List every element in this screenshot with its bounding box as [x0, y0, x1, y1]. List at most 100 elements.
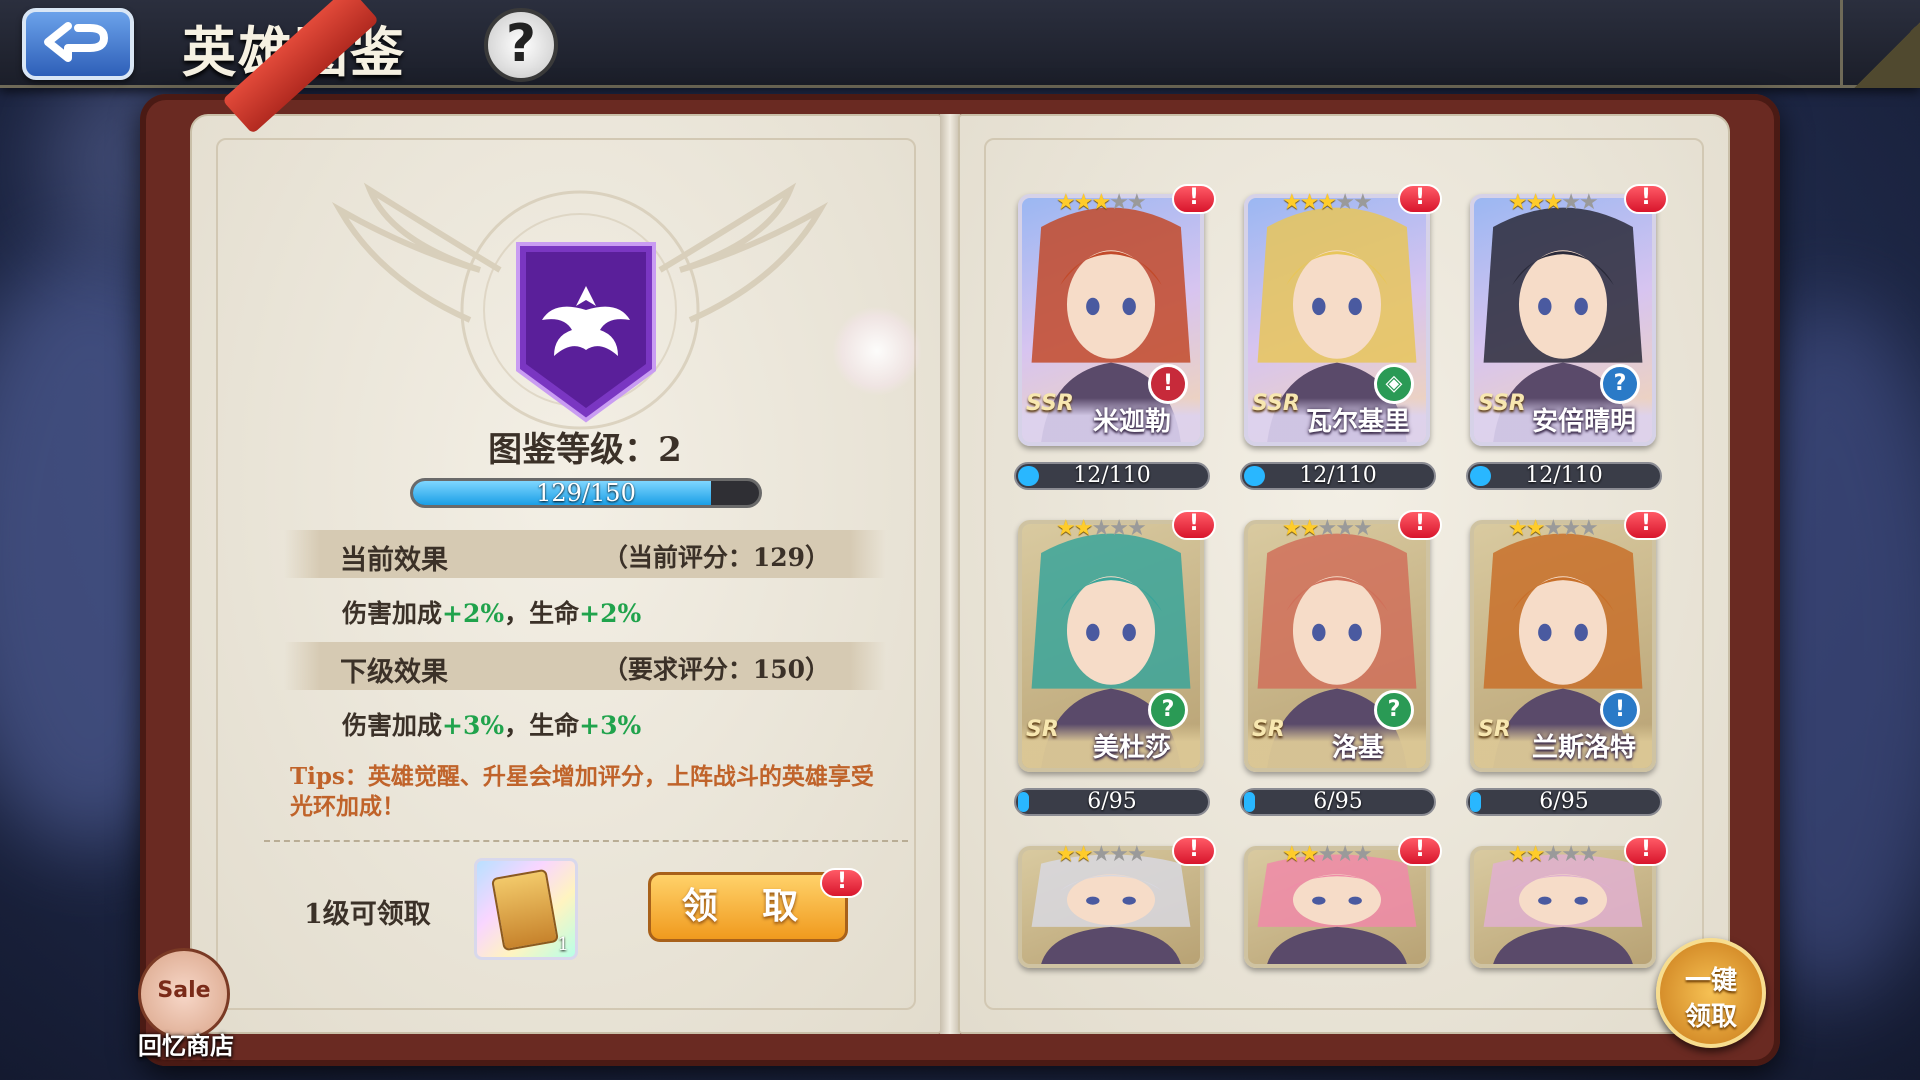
star-filled-icon: ★: [1525, 190, 1546, 215]
star-rating: ★★★★★: [1056, 516, 1147, 541]
star-empty-icon: ★: [1335, 842, 1355, 867]
one-key-line2: 领取: [1684, 1002, 1737, 1032]
rarity-label: SR: [1252, 717, 1285, 742]
hero-card[interactable]: SSR 瓦尔基里 ◈: [1244, 194, 1430, 446]
mage-icon: ?: [1600, 364, 1640, 404]
book-spine: [940, 114, 960, 1034]
hero-alert-badge: !: [1172, 836, 1216, 866]
star-empty-icon: ★: [1335, 190, 1355, 215]
star-empty-icon: ★: [1109, 190, 1129, 215]
hero-name: 洛基: [1331, 733, 1384, 763]
hero-progress-bar: 12/110: [1466, 462, 1662, 490]
star-empty-icon: ★: [1578, 842, 1599, 867]
star-empty-icon: ★: [1126, 842, 1147, 867]
star-empty-icon: ★: [1352, 516, 1373, 541]
hero-alert-badge: !: [1624, 510, 1668, 540]
current-effect-banner: 当前效果 （当前评分：129）: [284, 530, 886, 578]
back-arrow-icon: [44, 22, 108, 62]
star-empty-icon: ★: [1561, 516, 1581, 541]
hero-card[interactable]: SSR 米迦勒!: [1018, 194, 1204, 446]
star-empty-icon: ★: [1335, 516, 1355, 541]
star-rating: ★★★★★: [1508, 516, 1599, 541]
star-filled-icon: ★: [1508, 516, 1528, 541]
star-empty-icon: ★: [1317, 842, 1337, 867]
divider: [264, 840, 908, 842]
memory-shop-button[interactable]: Sale 回忆商店: [126, 948, 246, 1060]
star-filled-icon: ★: [1056, 516, 1076, 541]
star-filled-icon: ★: [1091, 190, 1111, 215]
hero-name: 瓦尔基里: [1305, 407, 1410, 437]
star-filled-icon: ★: [1282, 516, 1302, 541]
star-filled-icon: ★: [1073, 190, 1094, 215]
current-effect-stats: 伤害加成+2%，生命+2%: [342, 599, 642, 628]
hero-alert-badge: !: [1172, 184, 1216, 214]
help-button[interactable]: ?: [484, 8, 558, 82]
hero-progress-text: 6/95: [1539, 789, 1589, 814]
hero-card-icon: [491, 868, 559, 952]
star-rating: ★★★★★: [1056, 842, 1147, 867]
corner-ornament: [1840, 0, 1920, 88]
next-effect-stats: 伤害加成+3%，生命+3%: [342, 711, 642, 740]
star-filled-icon: ★: [1299, 842, 1320, 867]
hero-progress-text: 12/110: [1525, 463, 1603, 488]
support-icon: ?: [1148, 690, 1188, 730]
star-empty-icon: ★: [1352, 190, 1373, 215]
memory-shop-label: 回忆商店: [138, 1031, 234, 1060]
reward-item[interactable]: 1: [474, 858, 578, 960]
star-empty-icon: ★: [1109, 516, 1129, 541]
star-empty-icon: ★: [1126, 190, 1147, 215]
back-button[interactable]: [22, 8, 134, 80]
current-score: （当前评分：129）: [602, 543, 830, 572]
one-key-line1: 一键: [1684, 966, 1737, 996]
star-filled-icon: ★: [1282, 842, 1302, 867]
claim-alert-badge: !: [820, 868, 864, 898]
next-effect-label: 下级效果: [340, 657, 448, 688]
rarity-label: SR: [1026, 717, 1059, 742]
reward-count: 1: [557, 934, 569, 955]
hero-name: 米迦勒: [1092, 407, 1171, 437]
star-filled-icon: ★: [1508, 842, 1528, 867]
sale-text: Sale: [157, 978, 211, 1003]
hero-progress-bar: 6/95: [1240, 788, 1436, 816]
one-key-claim-button[interactable]: 一键 领取: [1656, 938, 1766, 1048]
star-empty-icon: ★: [1091, 842, 1111, 867]
star-filled-icon: ★: [1299, 190, 1320, 215]
hero-alert-badge: !: [1398, 836, 1442, 866]
star-empty-icon: ★: [1561, 842, 1581, 867]
hero-card[interactable]: SR 美杜莎?: [1018, 520, 1204, 772]
star-rating: ★★★★★: [1282, 516, 1373, 541]
star-filled-icon: ★: [1508, 190, 1528, 215]
support-icon: ?: [1374, 690, 1414, 730]
star-empty-icon: ★: [1543, 516, 1563, 541]
rarity-label: SR: [1478, 717, 1511, 742]
star-empty-icon: ★: [1352, 842, 1373, 867]
star-filled-icon: ★: [1543, 190, 1563, 215]
hero-portrait: [1257, 854, 1417, 964]
next-effect-banner: 下级效果 （要求评分：150）: [284, 642, 886, 690]
sparkle-effect: [832, 306, 922, 396]
hero-card[interactable]: SSR 安倍晴明?: [1470, 194, 1656, 446]
star-rating: ★★★★★: [1282, 842, 1373, 867]
star-empty-icon: ★: [1109, 842, 1129, 867]
hero-portrait: [1483, 854, 1643, 964]
star-filled-icon: ★: [1056, 190, 1076, 215]
star-empty-icon: ★: [1126, 516, 1147, 541]
star-empty-icon: ★: [1561, 190, 1581, 215]
required-score: （要求评分：150）: [602, 655, 830, 684]
album-progress-bar: 129/150: [410, 478, 762, 508]
star-rating: ★★★★★: [1056, 190, 1147, 215]
hero-card[interactable]: SR 兰斯洛特!: [1470, 520, 1656, 772]
hero-alert-badge: !: [1624, 836, 1668, 866]
claim-button[interactable]: 领 取: [648, 872, 848, 942]
star-filled-icon: ★: [1282, 190, 1302, 215]
hero-card[interactable]: SR 洛基?: [1244, 520, 1430, 772]
hero-alert-badge: !: [1398, 510, 1442, 540]
current-effect-label: 当前效果: [340, 545, 448, 576]
hero-portrait: [1031, 854, 1191, 964]
star-rating: ★★★★★: [1282, 190, 1373, 215]
hero-progress-text: 6/95: [1313, 789, 1363, 814]
hero-name: 安倍晴明: [1531, 407, 1636, 437]
reward-label: 1级可领取: [304, 899, 431, 930]
star-filled-icon: ★: [1073, 842, 1094, 867]
hero-progress-text: 6/95: [1087, 789, 1137, 814]
